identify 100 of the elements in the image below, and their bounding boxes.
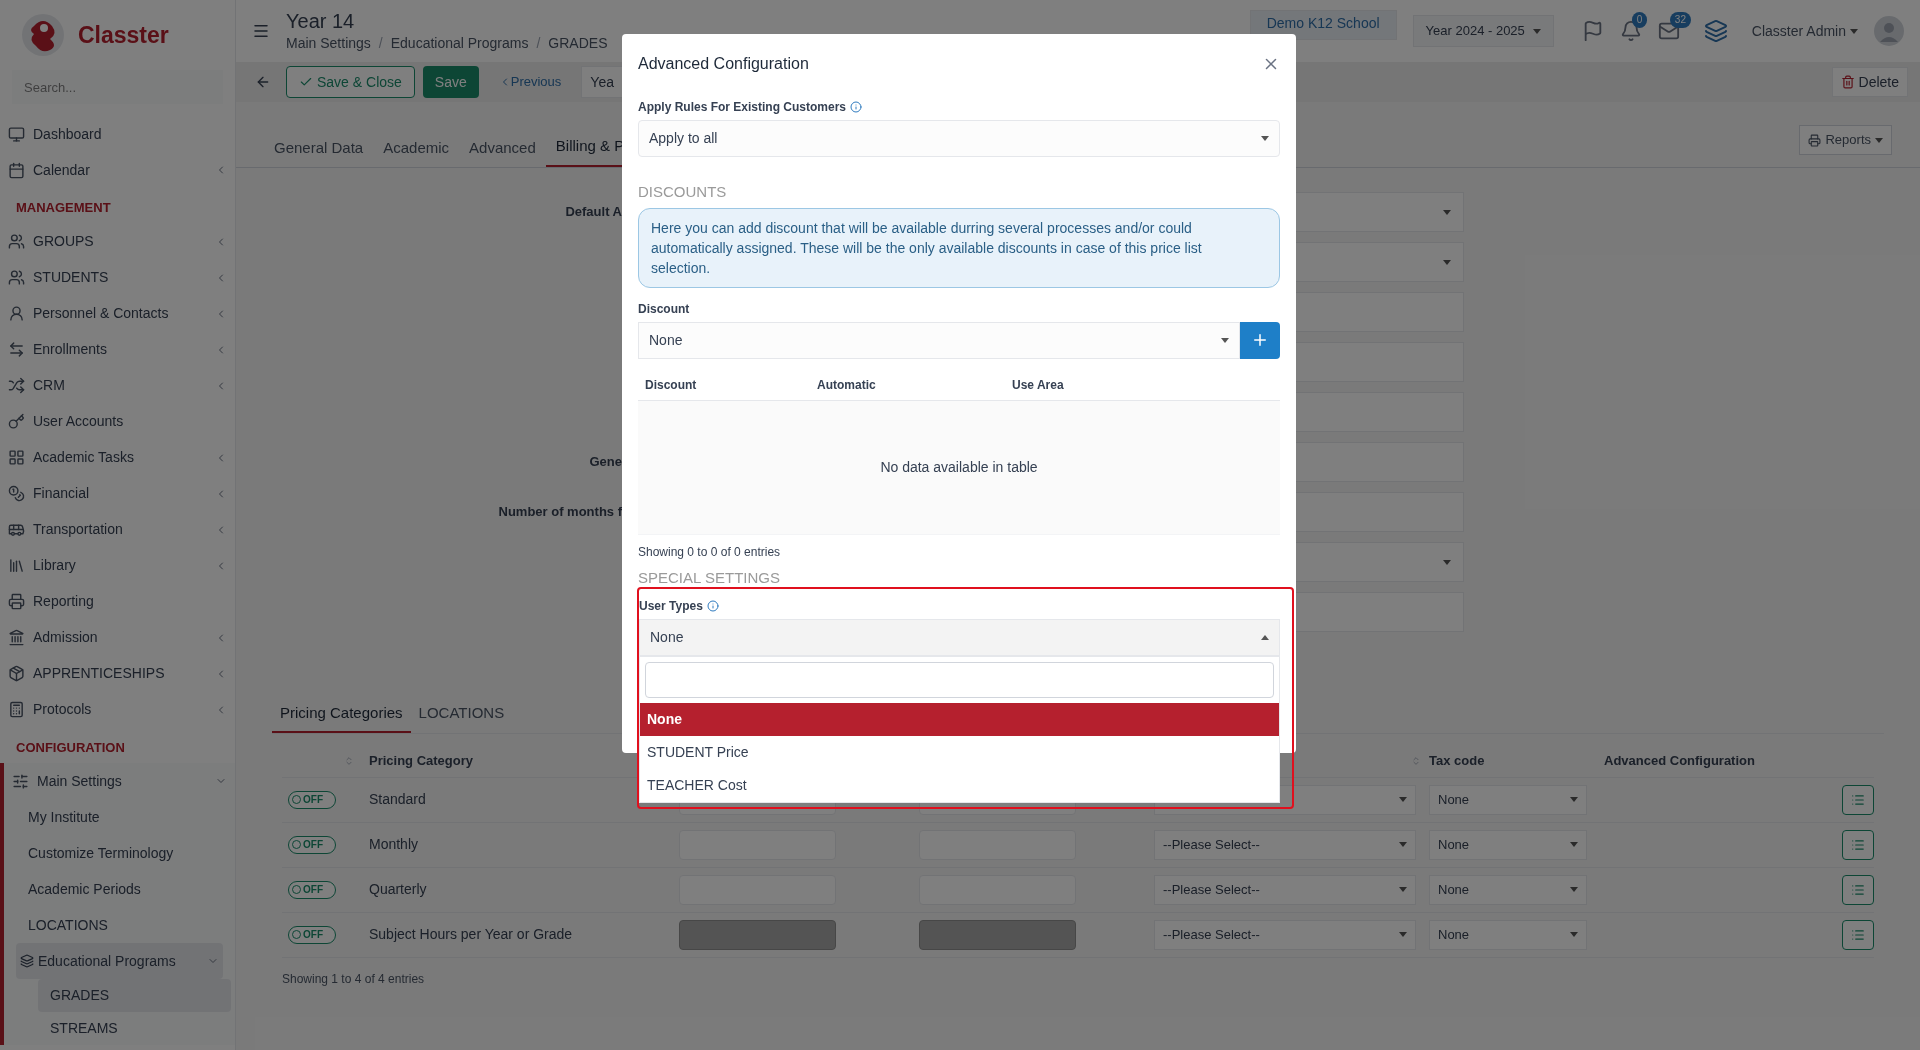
- breadcrumb-separator: /: [378, 33, 383, 53]
- user-menu[interactable]: Classter Admin: [1751, 20, 1858, 42]
- dropdown-option[interactable]: TEACHER Cost: [640, 768, 1279, 802]
- table-cell-text: Subject Hours per Year or Grade: [369, 925, 574, 944]
- toggle-switch[interactable]: OFF: [288, 790, 336, 809]
- year-dropdown[interactable]: Year 2024 - 2025: [1412, 15, 1554, 47]
- sidebar-subitem[interactable]: Customize Terminology: [4, 835, 235, 871]
- select-field[interactable]: None: [1429, 784, 1587, 815]
- list-button[interactable]: [1842, 784, 1874, 815]
- sidebar-item[interactable]: Financial: [0, 475, 235, 512]
- sidebar-item[interactable]: Personnel & Contacts: [0, 295, 235, 332]
- info-message: Here you can add discount that will be available durring several processes and/or could automatically assigned. These will be the only available discounts in case of this price list selection.: [638, 207, 1280, 288]
- sidebar-subitem[interactable]: My Institute: [4, 799, 235, 835]
- tab[interactable]: LOCATIONS: [410, 696, 513, 733]
- breadcrumb-link[interactable]: Main Settings: [286, 32, 371, 54]
- toggle-switch[interactable]: OFF: [288, 880, 336, 899]
- sort-icon[interactable]: [1411, 756, 1421, 766]
- list-icon: [1851, 792, 1865, 807]
- breadcrumb-link[interactable]: Educational Programs: [390, 32, 529, 54]
- reports-button[interactable]: Reports: [1799, 125, 1892, 155]
- select-field[interactable]: None: [1429, 829, 1587, 860]
- avatar-icon[interactable]: [1874, 16, 1904, 46]
- tab[interactable]: Advanced: [459, 136, 546, 167]
- school-button[interactable]: Demo K12 School: [1249, 10, 1397, 40]
- dropdown-search-field[interactable]: [645, 661, 1274, 698]
- select-field[interactable]: --Please Select--: [1154, 829, 1416, 860]
- sidebar-item[interactable]: GROUPS: [0, 223, 235, 260]
- sidebar-item[interactable]: Reporting: [0, 583, 235, 620]
- select-field[interactable]: None: [1429, 874, 1587, 905]
- caret-icon: [1399, 932, 1407, 937]
- select-field[interactable]: Apply to all: [638, 120, 1280, 157]
- section-heading: DISCOUNTS: [638, 182, 728, 202]
- dropdown-option[interactable]: STUDENT Price: [640, 735, 1279, 769]
- breadcrumb-link[interactable]: GRADES: [548, 32, 608, 54]
- caret-icon: [1570, 797, 1578, 802]
- save-close-button[interactable]: Save & Close: [286, 66, 415, 98]
- notification-badge: 0: [1631, 12, 1648, 28]
- tab[interactable]: Academic: [373, 136, 460, 167]
- sidebar-item[interactable]: Library: [0, 547, 235, 584]
- sidebar-item[interactable]: Main Settings: [4, 763, 235, 799]
- sidebar-subitem[interactable]: LOCATIONS: [4, 907, 235, 943]
- sidebar-item[interactable]: Academic Tasks: [0, 439, 235, 476]
- sidebar-item[interactable]: Calendar: [0, 152, 235, 188]
- field-label: Number of months f: [498, 504, 622, 520]
- breadcrumb-separator: /: [536, 33, 541, 53]
- caret-icon: [1532, 28, 1541, 34]
- column-header[interactable]: Automatic: [817, 376, 1012, 394]
- sidebar-subitem[interactable]: STREAMS: [38, 1012, 231, 1045]
- delete-button[interactable]: Delete: [1831, 67, 1908, 97]
- brand-name: Classter: [78, 20, 169, 50]
- logo-icon: [20, 12, 66, 58]
- info-icon[interactable]: [706, 599, 719, 612]
- column-header[interactable]: Advanced Configuration: [1604, 751, 1874, 771]
- sidebar-item[interactable]: STUDENTS: [0, 259, 235, 296]
- add-button[interactable]: [1240, 321, 1280, 359]
- tab[interactable]: Pricing Categories: [272, 696, 411, 733]
- sidebar-item[interactable]: User Accounts: [0, 403, 235, 440]
- tab[interactable]: General Data: [264, 136, 374, 167]
- caret-icon: [1443, 559, 1451, 565]
- caret-icon: [1261, 634, 1269, 640]
- info-icon[interactable]: [850, 101, 863, 113]
- caret-icon: [1261, 136, 1269, 141]
- dropdown-option[interactable]: None: [640, 702, 1279, 736]
- sort-icon[interactable]: [344, 756, 354, 766]
- list-button[interactable]: [1842, 874, 1874, 905]
- table-cell-text: Quarterly: [369, 880, 428, 899]
- sidebar-item[interactable]: Transportation: [0, 511, 235, 548]
- list-icon: [1851, 927, 1865, 942]
- column-header[interactable]: Discount: [645, 376, 817, 394]
- sidebar-item[interactable]: Protocols: [0, 691, 235, 728]
- sidebar-subitem[interactable]: GRADES: [38, 979, 231, 1012]
- select-field[interactable]: --Please Select--: [1154, 874, 1416, 905]
- save-button[interactable]: Save: [422, 66, 479, 98]
- select-field[interactable]: None: [638, 321, 1240, 359]
- column-header[interactable]: Tax code: [1429, 751, 1604, 771]
- toggle-switch[interactable]: OFF: [288, 835, 336, 854]
- select-field[interactable]: None: [639, 618, 1280, 656]
- caret-icon: [1399, 887, 1407, 892]
- trash-icon: [1840, 75, 1855, 89]
- sidebar-item[interactable]: Dashboard: [0, 116, 235, 152]
- sidebar-item[interactable]: Admission: [0, 619, 235, 656]
- list-button[interactable]: [1842, 919, 1874, 950]
- layers-icon: [20, 954, 34, 968]
- sidebar-item[interactable]: Enrollments: [0, 331, 235, 368]
- table-cell-text: Standard: [369, 790, 427, 809]
- caret-icon: [1875, 137, 1883, 143]
- column-header[interactable]: Use Area: [1012, 376, 1273, 394]
- layers-icon[interactable]: [1703, 19, 1728, 43]
- previous-link[interactable]: Previous: [486, 66, 574, 98]
- caret-icon: [1570, 842, 1578, 847]
- sidebar-subitem[interactable]: Educational Programs: [16, 943, 223, 979]
- sidebar-subitem[interactable]: Academic Periods: [4, 871, 235, 907]
- sidebar-item[interactable]: APPRENTICESHIPS: [0, 655, 235, 692]
- caret-icon: [1443, 259, 1451, 265]
- printer-icon: [1808, 133, 1822, 147]
- field-label: Default A: [565, 204, 622, 220]
- caret-icon: [1443, 209, 1451, 215]
- list-button[interactable]: [1842, 829, 1874, 860]
- sidebar-item[interactable]: CRM: [0, 367, 235, 404]
- field-label: Discount: [638, 300, 691, 318]
